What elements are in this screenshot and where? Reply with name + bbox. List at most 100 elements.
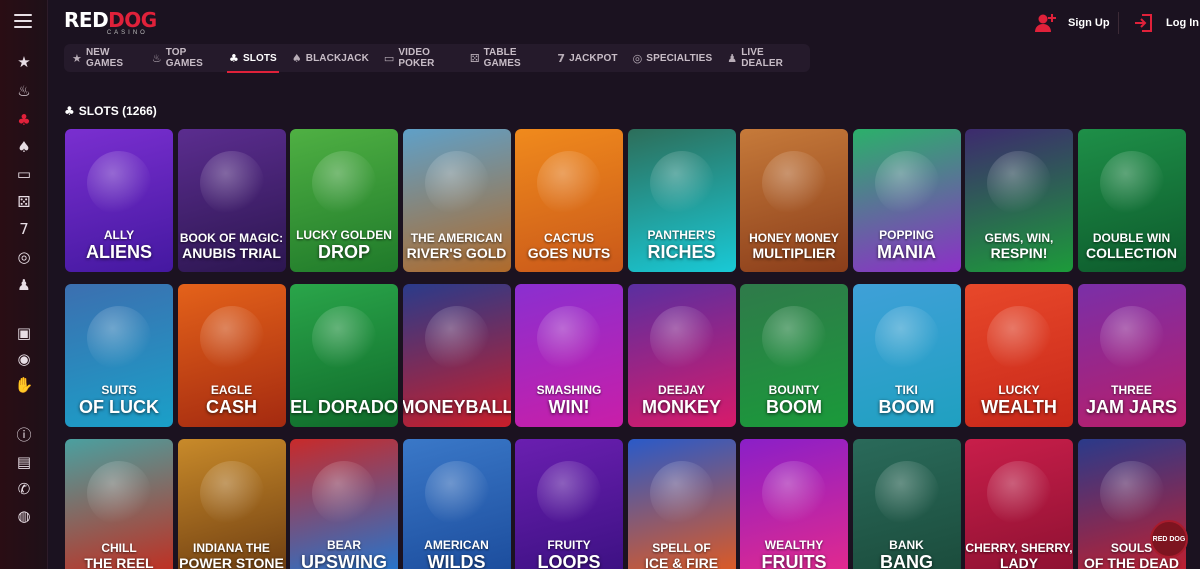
game-card[interactable]: DEEJAY MONKEY: [627, 284, 736, 427]
chat-icon[interactable]: ◍: [14, 506, 34, 526]
game-card[interactable]: POPPING MANIA: [852, 129, 961, 272]
tab-top-games[interactable]: ♨ TOP GAMES: [152, 44, 214, 72]
dice-icon: ⚄: [469, 51, 480, 65]
game-card[interactable]: WEALTHY FRUITS: [740, 439, 848, 569]
game-artwork: [649, 151, 714, 215]
game-title-line2: OF LUCK: [79, 397, 159, 417]
game-card[interactable]: BEAR UPSWING: [290, 439, 398, 569]
game-title-line1: CHILL: [101, 541, 137, 555]
sevens-icon[interactable]: 7: [14, 219, 34, 239]
game-card[interactable]: GEMS, WIN, RESPIN!: [965, 129, 1073, 272]
star-icon[interactable]: ★: [14, 52, 34, 72]
fire-icon[interactable]: ♨: [14, 81, 34, 101]
chip-icon[interactable]: ◎: [14, 247, 34, 267]
brand-logo[interactable]: REDDOG CASINO: [64, 10, 157, 36]
tab-new-games[interactable]: ★ NEW GAMES: [72, 44, 137, 72]
game-title-line1: HONEY MONEY: [749, 231, 839, 245]
game-card[interactable]: MONEYBALL: [402, 284, 511, 427]
game-card[interactable]: BOOK OF MAGIC: ANUBIS TRIAL: [177, 129, 286, 272]
game-title-line1: TIKI: [895, 383, 918, 397]
tab-slots[interactable]: ♣ SLOTS: [227, 44, 279, 73]
live-chat-button[interactable]: RED DOG: [1150, 520, 1188, 558]
section-title-text: SLOTS (1266): [78, 104, 157, 118]
gift-icon[interactable]: ▣: [14, 323, 34, 343]
game-title-line2: JAM JARS: [1085, 397, 1178, 417]
wallet-icon[interactable]: ▤: [14, 452, 34, 472]
cherries-icon: ♣: [229, 51, 239, 65]
game-artwork: [424, 151, 489, 215]
game-card[interactable]: ALLY ALIENS: [65, 129, 173, 272]
game-artwork: [762, 461, 826, 525]
target-icon[interactable]: ◉: [14, 349, 34, 369]
game-artwork: [537, 461, 601, 525]
phone-icon[interactable]: ✆: [14, 479, 34, 499]
tab-label: SPECIALTIES: [646, 52, 713, 64]
game-card[interactable]: SPELL OF ICE & FIRE: [627, 439, 736, 569]
game-title-line1: BANK: [889, 538, 924, 552]
game-title-line2: WEALTH: [981, 397, 1057, 417]
chat-badge-label: RED DOG: [1152, 535, 1186, 543]
tab-label: JACKPOT: [569, 52, 618, 64]
monitor-icon[interactable]: ▭: [14, 164, 34, 184]
game-card[interactable]: DOUBLE WIN COLLECTION: [1077, 129, 1186, 272]
dice-icon[interactable]: ⚄: [14, 192, 34, 212]
tab-label: SLOTS: [242, 52, 277, 64]
game-card[interactable]: AMERICAN WILDS: [402, 439, 511, 569]
game-card[interactable]: CHILL THE REEL: [65, 439, 173, 569]
left-rail: ★ ♨ ♣ ♠ ▭ ⚄ 7 ◎ ♟ ▣ ◉ ✋ ⓘ ▤ ✆ ◍: [0, 0, 48, 569]
tab-specialties[interactable]: ◎ SPECIALTIES: [633, 44, 713, 72]
game-title-line2: DROP: [317, 242, 370, 262]
game-card[interactable]: CACTUS GOES NUTS: [515, 129, 623, 272]
login-button[interactable]: Log In: [1118, 12, 1199, 34]
tab-video-poker[interactable]: ▭ VIDEO POKER: [384, 44, 455, 72]
tab-live-dealer[interactable]: ♟ LIVE DEALER: [727, 44, 795, 72]
game-title-line2: RIVER'S GOLD: [406, 245, 507, 261]
game-artwork: [424, 306, 489, 370]
game-card[interactable]: EL DORADO: [290, 284, 398, 427]
add-user-icon: [1034, 12, 1058, 34]
tab-blackjack[interactable]: ♠ BLACKJACK: [292, 44, 369, 72]
game-card[interactable]: TIKI BOOM: [852, 284, 961, 427]
game-title-line2: ANUBIS TRIAL: [182, 245, 281, 261]
hand-icon[interactable]: ✋: [14, 375, 34, 395]
game-card[interactable]: EAGLE CASH: [177, 284, 286, 427]
game-artwork: [874, 461, 939, 525]
dealer-icon: ♟: [727, 51, 738, 65]
game-artwork: [199, 151, 264, 215]
tab-jackpot[interactable]: 7 JACKPOT: [557, 44, 617, 72]
game-card[interactable]: HONEY MONEY MULTIPLIER: [740, 129, 848, 272]
game-card[interactable]: CHERRY, SHERRY, LADY: [965, 439, 1073, 569]
hamburger-menu-icon[interactable]: [14, 14, 32, 30]
game-card[interactable]: LUCKY WEALTH: [965, 284, 1073, 427]
info-icon[interactable]: ⓘ: [14, 424, 34, 444]
game-title-line2: LADY: [999, 555, 1039, 569]
game-artwork: [987, 306, 1051, 370]
game-artwork: [87, 151, 151, 215]
signup-button[interactable]: Sign Up: [1034, 12, 1110, 34]
dealer-icon[interactable]: ♟: [14, 275, 34, 295]
spade-icon[interactable]: ♠: [14, 137, 34, 157]
game-card[interactable]: BOUNTY BOOM: [740, 284, 848, 427]
game-title-line1: EAGLE: [210, 383, 253, 397]
game-card[interactable]: INDIANA THE POWER STONE: [177, 439, 286, 569]
game-card[interactable]: THREE JAM JARS: [1077, 284, 1186, 427]
game-card[interactable]: THE AMERICAN RIVER'S GOLD: [402, 129, 511, 272]
cherries-icon[interactable]: ♣: [14, 110, 34, 130]
game-card[interactable]: LUCKY GOLDEN DROP: [290, 129, 398, 272]
game-title-line1: LUCKY: [998, 383, 1040, 397]
game-artwork: [649, 461, 714, 525]
game-title-line1: POPPING: [879, 228, 934, 242]
game-card[interactable]: FRUITY LOOPS: [515, 439, 623, 569]
games-grid: ALLY ALIENS BOOK OF MAGIC: ANUBIS TRIAL LUCK…: [65, 129, 1195, 569]
monitor-icon: ▭: [383, 51, 395, 65]
chip-icon: ◎: [632, 51, 643, 65]
game-card[interactable]: PANTHER'S RICHES: [627, 129, 736, 272]
game-card[interactable]: SMASHING WIN!: [515, 284, 623, 427]
game-card[interactable]: BANK BANG: [852, 439, 961, 569]
game-artwork: [424, 461, 489, 525]
game-artwork: [87, 461, 151, 525]
logo-subtitle: CASINO: [106, 30, 148, 36]
tab-table-games[interactable]: ⚄ TABLE GAMES: [470, 44, 542, 72]
game-title-line1: ALLY: [103, 228, 135, 242]
game-card[interactable]: SUITS OF LUCK: [65, 284, 173, 427]
